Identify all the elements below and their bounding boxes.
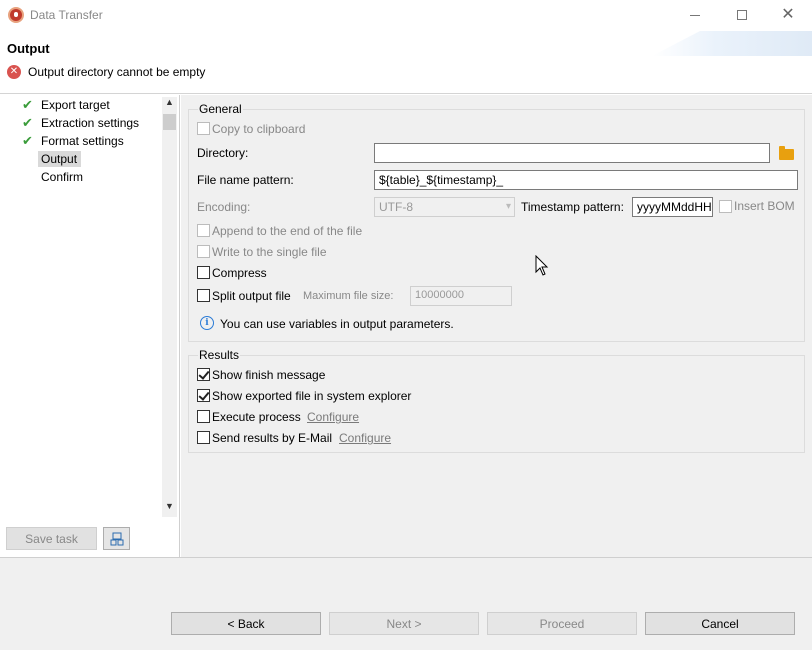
scroll-thumb[interactable] — [163, 114, 176, 130]
max-file-size-label: Maximum file size: — [303, 290, 394, 302]
save-task-button[interactable]: Save task — [6, 527, 97, 550]
timestamp-pattern-input[interactable]: yyyyMMddHH — [632, 197, 713, 217]
split-output-file-checkbox[interactable] — [197, 289, 210, 302]
info-text: You can use variables in output paramete… — [220, 317, 454, 331]
compress-label: Compress — [212, 266, 267, 280]
send-results-email-label: Send results by E-Mail — [212, 431, 333, 445]
scroll-down-icon[interactable]: ▼ — [162, 501, 177, 517]
directory-label: Directory: — [197, 146, 249, 160]
file-name-pattern-input[interactable]: ${table}_${timestamp}_ — [374, 170, 798, 190]
general-group-title: General — [198, 102, 243, 116]
nav-item-confirm[interactable]: Confirm — [6, 168, 162, 186]
nav-item-label: Export target — [41, 98, 110, 112]
show-finish-message-checkbox[interactable] — [197, 368, 210, 381]
max-file-size-input[interactable]: 10000000 — [410, 286, 512, 306]
copy-to-clipboard-checkbox[interactable] — [197, 122, 210, 135]
maximize-icon — [737, 10, 747, 20]
check-icon: ✔ — [22, 133, 33, 148]
write-single-file-label: Write to the single file — [212, 245, 327, 259]
wizard-header: Output ✕ Output directory cannot be empt… — [0, 31, 812, 94]
show-exported-file-checkbox[interactable] — [197, 389, 210, 402]
back-button[interactable]: < Back — [171, 612, 321, 635]
window-title: Data Transfer — [30, 8, 103, 22]
wizard-nav: ✔ Export target ✔ Extraction settings ✔ … — [6, 96, 162, 516]
nav-item-label: Confirm — [41, 170, 84, 184]
append-to-end-checkbox[interactable] — [197, 224, 210, 237]
title-bar: Data Transfer ✕ — [0, 0, 812, 31]
compress-checkbox[interactable] — [197, 266, 210, 279]
results-group-title: Results — [198, 348, 241, 362]
scroll-up-icon[interactable]: ▲ — [162, 97, 177, 113]
close-icon: ✕ — [781, 6, 795, 23]
header-banner — [652, 31, 812, 56]
task-config-icon — [110, 532, 123, 545]
nav-item-label: Format settings — [41, 134, 124, 148]
execute-process-checkbox[interactable] — [197, 410, 210, 423]
mouse-cursor-icon — [535, 255, 549, 276]
encoding-select[interactable]: UTF-8 ▾ — [374, 197, 515, 217]
maximize-button[interactable] — [719, 0, 765, 30]
send-results-email-checkbox[interactable] — [197, 431, 210, 444]
nav-item-extraction-settings[interactable]: ✔ Extraction settings — [6, 114, 162, 132]
app-logo-icon — [8, 7, 24, 23]
file-name-pattern-label: File name pattern: — [197, 173, 294, 187]
insert-bom-checkbox[interactable] — [719, 200, 732, 213]
nav-scrollbar[interactable]: ▲ ▼ — [162, 97, 177, 517]
proceed-button[interactable]: Proceed — [487, 612, 637, 635]
split-output-file-label: Split output file — [212, 289, 291, 303]
email-configure-link[interactable]: Configure — [339, 431, 391, 445]
nav-item-label: Extraction settings — [41, 116, 140, 130]
close-button[interactable]: ✕ — [765, 0, 811, 30]
nav-item-export-target[interactable]: ✔ Export target — [6, 96, 162, 114]
write-single-file-checkbox[interactable] — [197, 245, 210, 258]
next-button[interactable]: Next > — [329, 612, 479, 635]
folder-icon[interactable] — [779, 146, 794, 160]
show-finish-message-label: Show finish message — [212, 368, 326, 382]
execute-configure-link[interactable]: Configure — [307, 410, 359, 424]
minimize-icon — [690, 14, 700, 16]
page-title: Output — [7, 41, 50, 56]
execute-process-label: Execute process — [212, 410, 301, 424]
timestamp-pattern-label: Timestamp pattern: — [521, 200, 624, 214]
check-icon: ✔ — [22, 97, 33, 112]
info-icon: i — [200, 316, 214, 330]
error-icon: ✕ — [7, 65, 21, 79]
error-message: Output directory cannot be empty — [28, 65, 206, 79]
minimize-button[interactable] — [672, 0, 718, 30]
footer — [0, 558, 812, 650]
task-config-button[interactable] — [103, 527, 130, 550]
show-exported-file-label: Show exported file in system explorer — [212, 389, 412, 403]
encoding-value: UTF-8 — [379, 200, 413, 214]
nav-item-label: Output — [38, 151, 82, 167]
cancel-button[interactable]: Cancel — [645, 612, 795, 635]
check-icon: ✔ — [22, 115, 33, 130]
nav-item-output[interactable]: Output — [6, 150, 162, 168]
append-to-end-label: Append to the end of the file — [212, 224, 363, 238]
insert-bom-label: Insert BOM — [734, 199, 795, 213]
encoding-label: Encoding: — [197, 200, 251, 214]
nav-item-format-settings[interactable]: ✔ Format settings — [6, 132, 162, 150]
directory-input[interactable] — [374, 143, 770, 163]
chevron-down-icon: ▾ — [505, 201, 511, 212]
copy-to-clipboard-label: Copy to clipboard — [212, 122, 306, 136]
